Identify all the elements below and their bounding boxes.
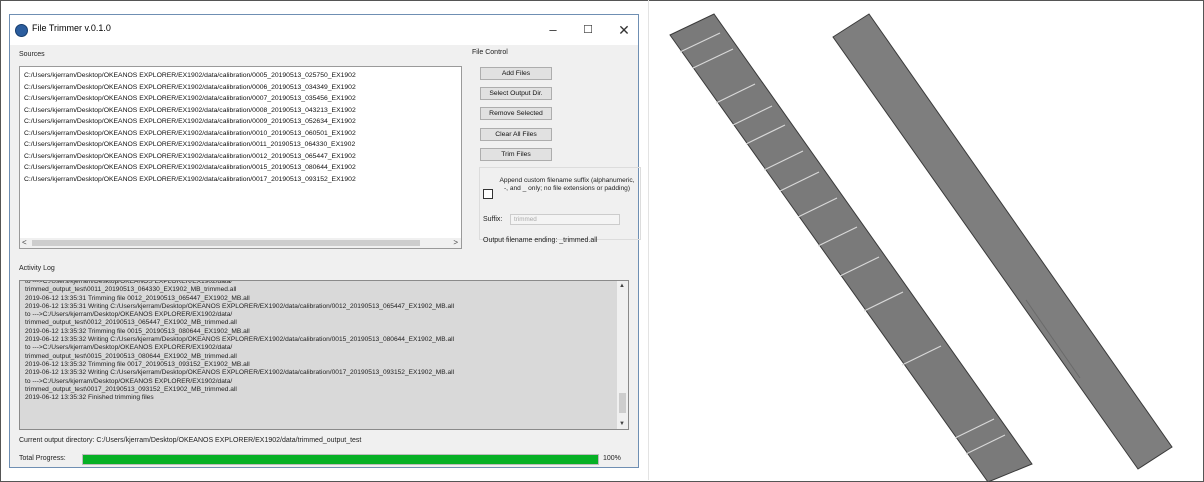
swath-strip-right [832, 13, 1173, 470]
swath-images [669, 13, 1173, 482]
swath-strip-left [669, 13, 1033, 482]
